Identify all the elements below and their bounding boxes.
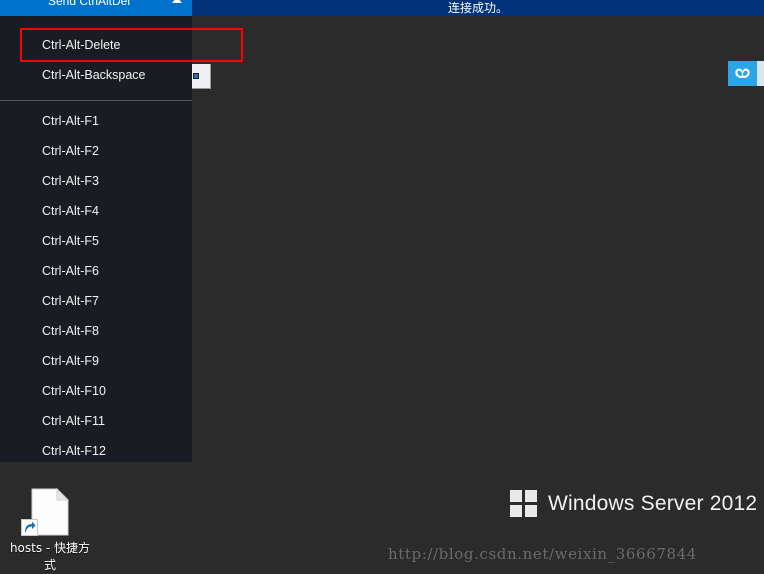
menu-item-ctrl-alt-f2[interactable]: Ctrl-Alt-F2	[0, 136, 192, 166]
windows-server-version-text: Windows Server 2012 R2	[548, 491, 764, 515]
cursor-artifact-dot	[193, 73, 199, 79]
blog-watermark: http://blog.csdn.net/weixin_36667844	[388, 545, 697, 563]
cursor-artifact	[192, 64, 211, 89]
menu-separator	[0, 100, 192, 101]
menu-item-ctrl-alt-delete[interactable]: Ctrl-Alt-Delete	[0, 30, 192, 60]
menu-item-ctrl-alt-f4[interactable]: Ctrl-Alt-F4	[0, 196, 192, 226]
baidu-netdisk-button[interactable]	[728, 61, 764, 86]
desktop-shortcut-label: hosts - 快捷方式	[9, 541, 91, 572]
baidu-netdisk-icon	[728, 61, 757, 86]
viewer-toolbar: Send CtrlAltDel 连接成功。	[0, 0, 764, 16]
send-ctrl-alt-del-label: Send CtrlAltDel	[47, 0, 131, 8]
desktop-shortcut-hosts[interactable]: hosts - 快捷方式	[6, 487, 94, 574]
shortcut-arrow-icon	[21, 519, 38, 536]
menu-item-ctrl-alt-f1[interactable]: Ctrl-Alt-F1	[0, 106, 192, 136]
menu-item-ctrl-alt-f6[interactable]: Ctrl-Alt-F6	[0, 256, 192, 286]
windows-logo-icon	[510, 490, 537, 517]
menu-item-ctrl-alt-f9[interactable]: Ctrl-Alt-F9	[0, 346, 192, 376]
menu-item-ctrl-alt-f11[interactable]: Ctrl-Alt-F11	[0, 406, 192, 436]
menu-item-ctrl-alt-f3[interactable]: Ctrl-Alt-F3	[0, 166, 192, 196]
menu-item-ctrl-alt-f12[interactable]: Ctrl-Alt-F12	[0, 436, 192, 466]
document-file-icon	[21, 487, 70, 536]
menu-item-ctrl-alt-f7[interactable]: Ctrl-Alt-F7	[0, 286, 192, 316]
menu-item-ctrl-alt-f5[interactable]: Ctrl-Alt-F5	[0, 226, 192, 256]
send-key-dropdown-menu: Ctrl-Alt-Delete Ctrl-Alt-Backspace Ctrl-Al…	[0, 16, 192, 462]
chevron-up-icon	[172, 0, 182, 3]
menu-item-ctrl-alt-f8[interactable]: Ctrl-Alt-F8	[0, 316, 192, 346]
send-ctrl-alt-del-button[interactable]: Send CtrlAltDel	[0, 0, 192, 16]
menu-item-ctrl-alt-backspace[interactable]: Ctrl-Alt-Backspace	[0, 60, 192, 90]
menu-item-ctrl-alt-f10[interactable]: Ctrl-Alt-F10	[0, 376, 192, 406]
connection-status-text: 连接成功。	[447, 1, 508, 15]
windows-server-branding: Windows Server 2012 R2	[510, 490, 764, 517]
